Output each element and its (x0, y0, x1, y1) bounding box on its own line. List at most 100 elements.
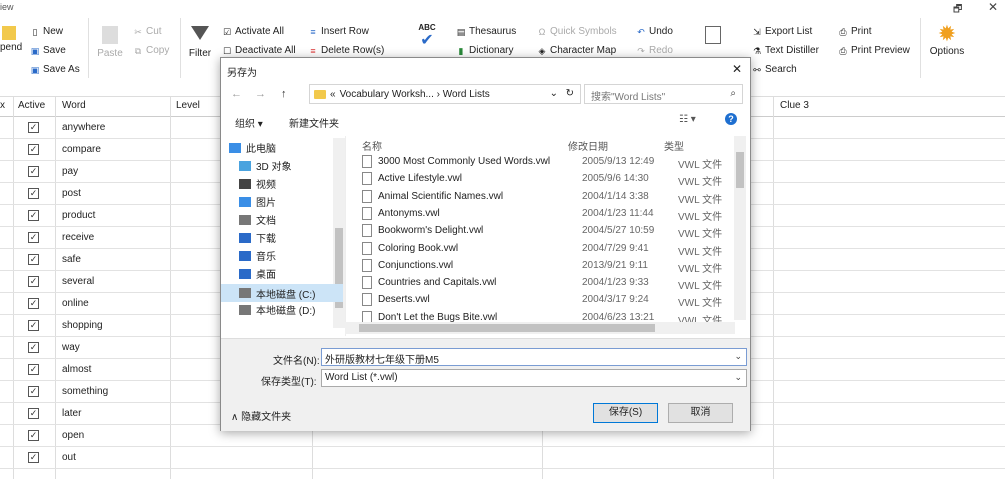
help-icon[interactable]: ? (725, 113, 737, 125)
delete-rows-button[interactable]: ≡ Delete Row(s) (308, 45, 384, 56)
insert-row-button[interactable]: ≡ Insert Row (308, 26, 368, 37)
filter-button[interactable]: Filter (186, 26, 214, 59)
header-active[interactable]: Active (18, 100, 45, 111)
header-level[interactable]: Level (176, 100, 200, 111)
word-cell[interactable]: safe (62, 254, 81, 265)
thesaurus-button[interactable]: ▤ Thesaurus (456, 26, 517, 37)
back-arrow-icon[interactable]: ← (231, 88, 242, 100)
import-button[interactable] (698, 26, 728, 44)
dictionary-button[interactable]: ▮ Dictionary (456, 45, 514, 56)
file-row[interactable]: Deserts.vwl 2004/3/17 9:24 VWL 文件 (360, 292, 730, 309)
export-list-button[interactable]: ⇲ Export List (752, 26, 812, 37)
word-cell[interactable]: online (62, 298, 89, 309)
file-row[interactable]: 3000 Most Commonly Used Words.vwl 2005/9/… (360, 154, 730, 171)
filename-input[interactable]: 外研版教材七年级下册M5 ⌄ (321, 348, 747, 366)
active-checkbox[interactable]: ✓ (28, 320, 39, 331)
hide-folders-toggle[interactable]: ∧ 隐藏文件夹 (231, 408, 291, 423)
word-cell[interactable]: open (62, 430, 84, 441)
view-mode-button[interactable]: ☷ ▾ (679, 114, 696, 125)
word-cell[interactable]: later (62, 408, 81, 419)
word-cell[interactable]: receive (62, 232, 94, 243)
paste-button[interactable]: Paste (94, 26, 126, 59)
active-checkbox[interactable]: ✓ (28, 430, 39, 441)
restore-window-icon[interactable]: 🗗 (953, 2, 962, 19)
tree-item-downloads[interactable]: 下载 (239, 230, 276, 245)
tree-item-this-pc[interactable]: 此电脑 (229, 140, 276, 155)
table-row[interactable]: ✓ out (0, 447, 1005, 469)
word-cell[interactable]: several (62, 276, 94, 287)
file-row[interactable]: Conjunctions.vwl 2013/9/21 9:11 VWL 文件 (360, 258, 730, 275)
search-input[interactable]: 搜索"Word Lists" ⌕ (584, 84, 743, 104)
active-checkbox[interactable]: ✓ (28, 166, 39, 177)
save-dialog-button[interactable]: 保存(S) (593, 403, 658, 423)
refresh-icon[interactable]: ↻ (566, 88, 574, 99)
word-cell[interactable]: anywhere (62, 122, 105, 133)
character-map-button[interactable]: ◈ Character Map (537, 45, 617, 56)
filetype-select[interactable]: Word List (*.vwl) ⌄ (321, 369, 747, 387)
column-date[interactable]: 修改日期 (568, 138, 608, 153)
close-window-icon[interactable]: ✕ (988, 0, 998, 14)
word-cell[interactable]: something (62, 386, 108, 397)
word-cell[interactable]: pay (62, 166, 78, 177)
active-checkbox[interactable]: ✓ (28, 364, 39, 375)
cut-button[interactable]: ✂ Cut (133, 26, 161, 37)
word-cell[interactable]: almost (62, 364, 91, 375)
address-dropdown-icon[interactable]: ⌄ (550, 88, 558, 99)
activate-all-button[interactable]: ☑ Activate All (222, 26, 284, 37)
word-cell[interactable]: product (62, 210, 95, 221)
up-arrow-icon[interactable]: ↑ (281, 88, 287, 100)
save-as-button[interactable]: ▣ Save As (30, 64, 80, 75)
file-row[interactable]: Bookworm's Delight.vwl 2004/5/27 10:59 VWL… (360, 223, 730, 240)
word-cell[interactable]: way (62, 342, 80, 353)
copy-button[interactable]: ⧉ Copy (133, 45, 170, 56)
tree-item-videos[interactable]: 视频 (239, 176, 276, 191)
active-checkbox[interactable]: ✓ (28, 210, 39, 221)
text-distiller-button[interactable]: ⚗ Text Distiller (752, 45, 819, 56)
new-folder-button[interactable]: 新建文件夹 (289, 115, 339, 130)
spelling-button[interactable]: ABC ✔ (412, 22, 442, 49)
print-preview-button[interactable]: ⎙ Print Preview (838, 45, 910, 56)
filetype-dropdown-icon[interactable]: ⌄ (734, 372, 742, 383)
redo-button[interactable]: ↷ Redo (636, 45, 673, 56)
search-button[interactable]: ⚯ Search (752, 64, 796, 75)
print-button[interactable]: ⎙ Print (838, 26, 871, 37)
column-name[interactable]: 名称 (362, 138, 382, 153)
file-row[interactable]: Animal Scientific Names.vwl 2004/1/14 3:3… (360, 189, 730, 206)
file-row[interactable]: Countries and Capitals.vwl 2004/1/23 9:33… (360, 275, 730, 292)
quick-symbols-button[interactable]: Ω Quick Symbols (537, 26, 617, 37)
word-cell[interactable]: shopping (62, 320, 103, 331)
file-list-scroll-thumb[interactable] (736, 152, 744, 188)
active-checkbox[interactable]: ✓ (28, 452, 39, 463)
active-checkbox[interactable]: ✓ (28, 298, 39, 309)
active-checkbox[interactable]: ✓ (28, 188, 39, 199)
file-row[interactable]: Active Lifestyle.vwl 2005/9/6 14:30 VWL 文件 (360, 171, 730, 188)
active-checkbox[interactable]: ✓ (28, 254, 39, 265)
save-button[interactable]: ▣ Save (30, 45, 66, 56)
undo-button[interactable]: ↶ Undo (636, 26, 673, 37)
options-button[interactable]: ✹ Options (925, 22, 969, 58)
new-button[interactable]: ▯ New (30, 26, 64, 37)
dialog-close-icon[interactable]: ✕ (732, 62, 742, 76)
address-bar[interactable]: « Vocabulary Worksh... › Word Lists ⌄ ↻ (309, 84, 581, 104)
file-row[interactable]: Coloring Book.vwl 2004/7/29 9:41 VWL 文件 (360, 241, 730, 258)
active-checkbox[interactable]: ✓ (28, 386, 39, 397)
active-checkbox[interactable]: ✓ (28, 122, 39, 133)
tree-item-local-disk-d[interactable]: 本地磁盘 (D:) (239, 302, 315, 317)
active-checkbox[interactable]: ✓ (28, 342, 39, 353)
tree-item-local-disk-c[interactable]: 本地磁盘 (C:) (221, 284, 343, 302)
active-checkbox[interactable]: ✓ (28, 144, 39, 155)
organize-menu[interactable]: 组织 ▾ (235, 115, 263, 130)
active-checkbox[interactable]: ✓ (28, 232, 39, 243)
view-menu[interactable]: iew (0, 2, 14, 12)
horizontal-scroll-thumb[interactable] (359, 324, 655, 332)
active-checkbox[interactable]: ✓ (28, 276, 39, 287)
column-type[interactable]: 类型 (664, 138, 684, 153)
tree-item-pictures[interactable]: 图片 (239, 194, 276, 209)
append-button[interactable]: pend (0, 26, 22, 53)
word-cell[interactable]: post (62, 188, 81, 199)
tree-item-desktop[interactable]: 桌面 (239, 266, 276, 281)
header-word[interactable]: Word (62, 100, 86, 111)
header-clue3[interactable]: Clue 3 (780, 100, 809, 111)
forward-arrow-icon[interactable]: → (255, 88, 266, 100)
tree-item-documents[interactable]: 文档 (239, 212, 276, 227)
